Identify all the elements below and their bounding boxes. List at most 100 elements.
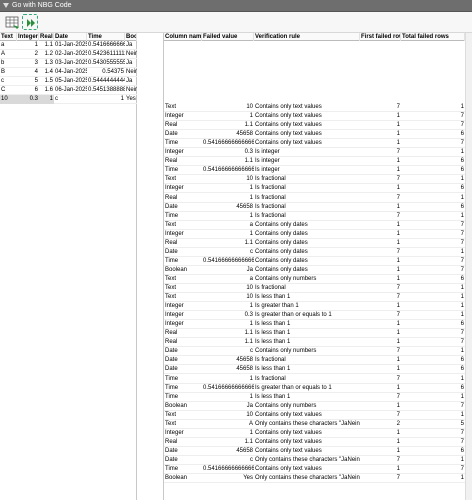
table-cell[interactable]: c: [202, 347, 254, 356]
table-cell[interactable]: 6: [401, 384, 465, 393]
table-cell[interactable]: Contains only dates: [254, 221, 360, 230]
table-cell[interactable]: 1: [401, 212, 465, 221]
table-cell[interactable]: 1: [39, 95, 54, 104]
table-cell[interactable]: 1: [202, 375, 254, 384]
table-cell[interactable]: Ja: [125, 59, 137, 68]
table-cell[interactable]: Yes: [202, 474, 254, 483]
table-cell[interactable]: Is fractional: [254, 175, 360, 184]
table-cell[interactable]: 1: [202, 302, 254, 311]
table-cell[interactable]: 1: [401, 248, 465, 257]
table-cell[interactable]: a: [202, 275, 254, 284]
table-cell[interactable]: 1: [401, 148, 465, 157]
table-cell[interactable]: 02-Jan-2025: [54, 50, 87, 59]
table-cell[interactable]: 0.541666666666667: [202, 465, 254, 474]
table-cell[interactable]: 1: [401, 393, 465, 402]
table-row[interactable]: Real 1.1 Contains only dates 1 7: [164, 239, 465, 248]
table-cell[interactable]: 1.1: [202, 338, 254, 347]
table-cell[interactable]: 45658: [202, 365, 254, 374]
table-row[interactable]: b31.303-Jan-20250.543055555555556Ja: [0, 59, 137, 68]
table-cell[interactable]: 1: [360, 166, 401, 175]
table-cell[interactable]: Text: [164, 221, 202, 230]
table-cell[interactable]: 1: [360, 365, 401, 374]
table-cell[interactable]: Is greater than or equals to 1: [254, 311, 360, 320]
table-row[interactable]: C61.606-Jan-20250.545138888888889Nein: [0, 86, 137, 95]
table-cell[interactable]: 10: [202, 175, 254, 184]
table-cell[interactable]: 1: [360, 266, 401, 275]
table-row[interactable]: Text a Contains only dates 1 7: [164, 221, 465, 230]
table-cell[interactable]: Real: [164, 239, 202, 248]
table-cell[interactable]: Real: [164, 194, 202, 203]
table-cell[interactable]: Contains only text values: [254, 447, 360, 456]
table-cell[interactable]: Date: [164, 347, 202, 356]
table-cell[interactable]: Contains only text values: [254, 429, 360, 438]
table-cell[interactable]: 1: [360, 402, 401, 411]
table-cell[interactable]: 6: [401, 203, 465, 212]
table-cell[interactable]: Integer: [164, 148, 202, 157]
column-header[interactable]: Time: [87, 33, 125, 41]
column-header[interactable]: Date: [54, 33, 87, 41]
table-cell[interactable]: Nein: [125, 68, 137, 77]
table-cell[interactable]: 4: [17, 68, 39, 77]
table-cell[interactable]: Real: [164, 329, 202, 338]
table-cell[interactable]: a: [0, 41, 17, 50]
table-row[interactable]: Text 10 Is fractional 7 1: [164, 175, 465, 185]
table-cell[interactable]: 1: [360, 356, 401, 365]
table-cell[interactable]: 0.3: [202, 311, 254, 320]
table-row[interactable]: Real 1.1 Is less than 117: [164, 329, 465, 339]
table-cell[interactable]: Is integer: [254, 148, 360, 157]
table-cell[interactable]: 7: [360, 375, 401, 384]
table-cell[interactable]: 7: [401, 338, 465, 347]
table-cell[interactable]: Contains only numbers: [254, 402, 360, 411]
table-cell[interactable]: 1: [360, 184, 401, 193]
table-cell[interactable]: 6: [401, 365, 465, 374]
table-cell[interactable]: 5: [17, 77, 39, 86]
table-cell[interactable]: 1: [401, 103, 465, 112]
table-cell[interactable]: Contains only numbers: [254, 275, 360, 284]
table-cell[interactable]: 1: [360, 429, 401, 438]
table-cell[interactable]: Is fractional: [254, 356, 360, 365]
table-row[interactable]: Time 0.541666666666667 Contains only text …: [164, 139, 465, 149]
table-cell[interactable]: Contains only dates: [254, 266, 360, 275]
table-cell[interactable]: 7: [360, 293, 401, 302]
table-row[interactable]: Boolean Ja Contains only dates 1 7: [164, 266, 465, 275]
table-cell[interactable]: Is fractional: [254, 194, 360, 203]
table-cell[interactable]: Contains only text values: [254, 438, 360, 447]
table-row[interactable]: Time 1 Is less than 171: [164, 393, 465, 402]
table-row[interactable]: c51.505-Jan-20250.544444444444444Ja: [0, 77, 137, 86]
table-cell[interactable]: 0.541666666666667: [87, 41, 125, 50]
table-cell[interactable]: 1: [360, 329, 401, 338]
table-cell[interactable]: 6: [401, 184, 465, 193]
table-cell[interactable]: 1: [202, 320, 254, 329]
table-cell[interactable]: 7: [360, 411, 401, 420]
table-cell[interactable]: 0.54375: [87, 68, 125, 77]
table-cell[interactable]: 45658: [202, 203, 254, 212]
table-cell[interactable]: Contains only text values: [254, 112, 360, 121]
table-cell[interactable]: 2: [17, 50, 39, 59]
table-cell[interactable]: 1: [360, 112, 401, 121]
table-cell[interactable]: 7: [360, 194, 401, 203]
table-cell[interactable]: Contains only numbers: [254, 347, 360, 356]
table-cell[interactable]: 2: [360, 420, 401, 429]
table-cell[interactable]: 06-Jan-2025: [54, 86, 87, 95]
table-cell[interactable]: Is greater than 1: [254, 302, 360, 311]
table-cell[interactable]: 0.541666666666667: [202, 384, 254, 393]
table-cell[interactable]: 1: [401, 411, 465, 420]
table-cell[interactable]: 1: [360, 447, 401, 456]
table-cell[interactable]: 1: [360, 438, 401, 447]
table-row[interactable]: Date 45658 Contains only text values 1 6: [164, 447, 465, 456]
table-cell[interactable]: 1: [202, 230, 254, 239]
table-cell[interactable]: 7: [360, 456, 401, 465]
table-cell[interactable]: Date: [164, 356, 202, 365]
table-row[interactable]: Time 0.541666666666667 Is greater than or …: [164, 384, 465, 393]
table-row[interactable]: Integer 1 Contains only dates 1 7: [164, 230, 465, 239]
table-cell[interactable]: 6: [401, 275, 465, 284]
table-cell[interactable]: Only contains these characters "JaNein": [254, 456, 360, 465]
table-cell[interactable]: Is less than 1: [254, 329, 360, 338]
table-cell[interactable]: Contains only text values: [254, 103, 360, 112]
table-row[interactable]: Text a Contains only numbers 1 6: [164, 275, 465, 284]
table-cell[interactable]: Time: [164, 139, 202, 148]
table-cell[interactable]: 1: [401, 194, 465, 203]
table-cell[interactable]: 1: [401, 456, 465, 465]
table-cell[interactable]: Contains only text values: [254, 465, 360, 474]
table-cell[interactable]: 7: [360, 212, 401, 221]
